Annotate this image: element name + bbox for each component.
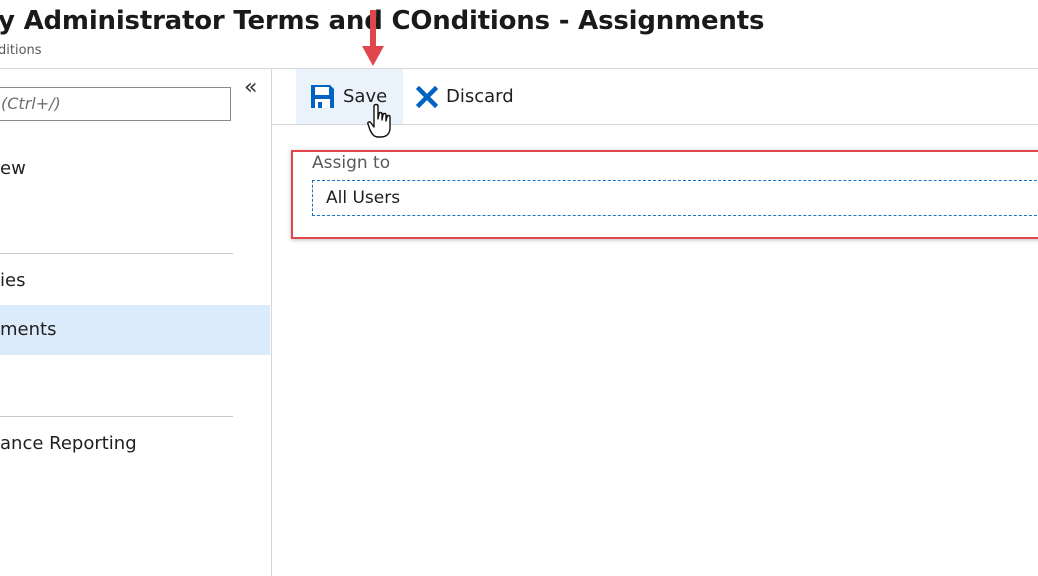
sidebar-divider	[0, 416, 233, 417]
hand-cursor-icon	[367, 103, 391, 138]
assign-to-label: Assign to	[312, 153, 391, 173]
search-input[interactable]: (Ctrl+/)	[0, 87, 231, 121]
sidebar-item-acceptance-reporting[interactable]: ance Reporting	[0, 419, 270, 469]
sidebar-item-assignments[interactable]: ments	[0, 305, 270, 355]
arrow-down-icon	[362, 10, 384, 66]
sidebar-item-label: ies	[0, 270, 26, 291]
sidebar: (Ctrl+/) « ew ies ments ance Reporting	[0, 69, 272, 576]
collapse-sidebar-icon[interactable]: «	[244, 75, 257, 100]
discard-button[interactable]: Discard	[402, 69, 528, 124]
save-icon	[310, 84, 335, 109]
assign-to-select[interactable]: All Users	[312, 180, 1038, 216]
sidebar-item-overview[interactable]: ew	[0, 144, 270, 194]
sidebar-item-label: ance Reporting	[0, 433, 137, 454]
sidebar-item-label: ments	[0, 319, 57, 340]
close-icon	[416, 85, 438, 108]
assign-to-panel: Assign to All Users	[291, 150, 1038, 239]
discard-label: Discard	[446, 86, 514, 107]
sidebar-divider	[0, 253, 233, 254]
sidebar-item-properties[interactable]: ies	[0, 256, 270, 306]
sidebar-item-label: ew	[0, 158, 26, 179]
page-subtitle: ditions	[0, 43, 42, 58]
